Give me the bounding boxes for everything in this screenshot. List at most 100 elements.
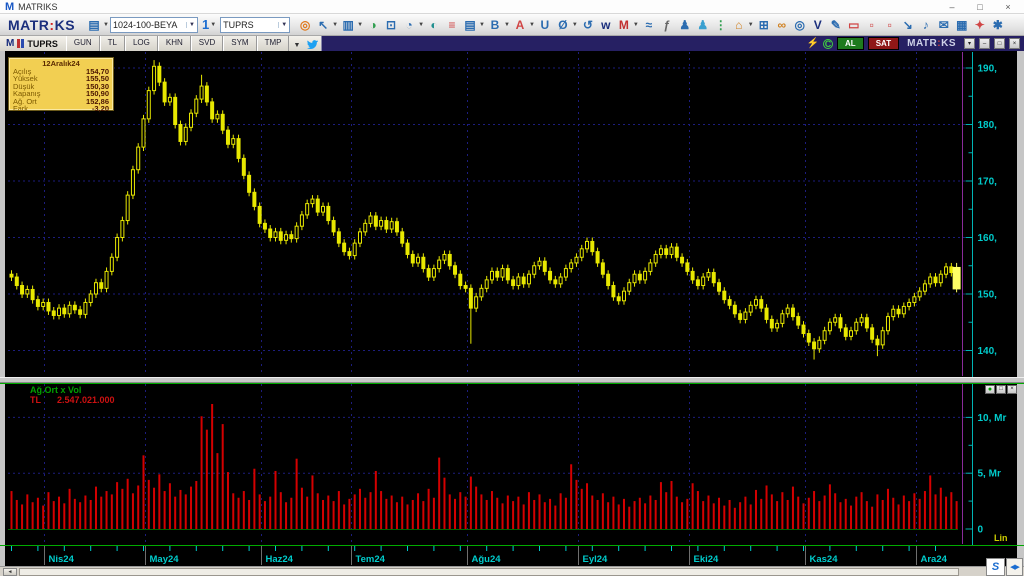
building-icon[interactable]: ⌂ xyxy=(731,17,747,33)
letter-u-icon[interactable]: U xyxy=(537,17,553,33)
toolbar-icon-strip: ◎ ↖ ▼ ▥ ▼ ◑ ⊡ ◔ ▼ ◐ ≡ ▤ ▼ B ▼ A ▼ U Ø ▼ ↺ w M ▼ ≈ ƒ ♟ ♟ ⋮ ⌂ ▼ ⊞ ∞ ◎ V ✎ ▭ ▫ ▫ ↘… xyxy=(296,17,1007,33)
scroll-left-button[interactable]: ◄ xyxy=(3,568,17,576)
ohlc-info-box: 12Aralık24 Açılış 154,70 Yüksek 155,50 Düşük… xyxy=(8,57,114,114)
edit-chart-icon[interactable]: ✎ xyxy=(828,17,844,33)
traffic-light-icon[interactable]: ⋮ xyxy=(713,17,729,33)
window-small2-icon[interactable]: ▫ xyxy=(882,17,898,33)
app-title: MATRIKS xyxy=(18,1,58,12)
matriks-m-icon: M xyxy=(6,38,15,49)
matriks-app-window: M MATRIKS – □ × MATR:KS ▤ ▼ 1024-100-BEY… xyxy=(0,0,1024,576)
save-icon[interactable]: ▤ xyxy=(86,17,102,33)
data-sync-button[interactable]: S xyxy=(986,558,1005,576)
page-dropdown-caret[interactable]: ▼ xyxy=(210,22,216,28)
matriks-logo-icon: M xyxy=(5,0,15,13)
bold-b-icon[interactable]: B xyxy=(487,17,503,33)
bar-chart-icon[interactable]: ▥ xyxy=(340,17,356,33)
chart-window xyxy=(0,36,1024,576)
buy-button[interactable]: AL xyxy=(837,37,864,50)
info-row: Fark -3,20 xyxy=(13,104,109,114)
clock-icon[interactable]: ◔ xyxy=(401,17,417,33)
slash-circle-icon[interactable]: Ø xyxy=(555,17,571,33)
search-icon[interactable]: ◎ xyxy=(792,17,808,33)
close-icon[interactable]: × xyxy=(1002,2,1014,12)
volume-currency-label: TL xyxy=(30,395,41,405)
building-icon-caret[interactable]: ▼ xyxy=(748,22,754,28)
news-page-icon[interactable]: ▤ xyxy=(462,17,478,33)
cursor-icon[interactable]: ↖ xyxy=(315,17,331,33)
page-nav-buttons[interactable]: ◀▶ xyxy=(1006,558,1023,576)
period-button-khn[interactable]: KHN xyxy=(157,36,191,51)
main-toolbar: MATR:KS ▤ ▼ 1024-100-BEYA ▼ 1 ▼ TUPRS ▼ ◎ ↖… xyxy=(0,14,1024,36)
matriks-m-icon-caret[interactable]: ▼ xyxy=(633,22,639,28)
letter-a-icon[interactable]: A xyxy=(512,17,528,33)
function-fx-icon[interactable]: ƒ xyxy=(659,17,675,33)
chart-restore-button[interactable]: □ xyxy=(994,38,1005,49)
bar-chart-icon-caret[interactable]: ▼ xyxy=(357,22,363,28)
twitter-icon[interactable] xyxy=(306,39,319,49)
depth-levels-icon[interactable]: ≡ xyxy=(444,17,460,33)
letter-a-icon-caret[interactable]: ▼ xyxy=(529,22,535,28)
matriks-brand-small: MATR:KS xyxy=(907,38,956,49)
scrollbar-thumb[interactable] xyxy=(19,568,959,576)
symbol-select[interactable]: TUPRS ▼ xyxy=(220,16,291,33)
cursor-icon-caret[interactable]: ▼ xyxy=(332,22,338,28)
slash-circle-icon-caret[interactable]: ▼ xyxy=(572,22,578,28)
matriks-m-icon[interactable]: M xyxy=(616,17,632,33)
volume-panel-title: Ağ.Ort x Vol xyxy=(30,385,82,395)
window-alert-icon[interactable]: ▭ xyxy=(846,17,862,33)
letter-v-icon[interactable]: V xyxy=(810,17,826,33)
period-button-sym[interactable]: SYM xyxy=(223,36,257,51)
mini-chart-icon[interactable]: ≈ xyxy=(641,17,657,33)
page-number: 1 xyxy=(201,17,210,32)
volume-panel-value: TL 2.547.021.000 xyxy=(30,395,115,405)
gear-icon[interactable]: ✱ xyxy=(990,17,1006,33)
copy-page-icon[interactable]: ⊞ xyxy=(756,17,772,33)
chart-close-button[interactable]: × xyxy=(1009,38,1020,49)
panel-splitter[interactable] xyxy=(0,377,1024,383)
minimize-icon[interactable]: – xyxy=(946,2,958,12)
connection-badge: C xyxy=(823,38,834,49)
pie-chart-icon[interactable]: ◑ xyxy=(365,17,381,33)
chat-icon[interactable]: ✦ xyxy=(972,17,988,33)
sell-button[interactable]: SAT xyxy=(867,37,900,50)
matriks-brand-logo: MATR:KS xyxy=(8,16,76,33)
monitor-icon[interactable]: ⊡ xyxy=(383,17,399,33)
chart-symbol-label: TUPRS xyxy=(27,38,58,49)
collapse-arrow-icon[interactable]: ↘ xyxy=(900,17,916,33)
chart-header-left: M TUPRS GUN TL LOG KHN SVD SYM TMP ▼ xyxy=(0,36,323,51)
chart-header: M TUPRS GUN TL LOG KHN SVD SYM TMP ▼ ⚡ C AL SA… xyxy=(0,36,1024,51)
chart-minimize-button[interactable]: – xyxy=(979,38,990,49)
chevron-down-icon[interactable]: ▼ xyxy=(289,39,304,49)
period-button-tmp[interactable]: TMP xyxy=(256,36,290,51)
indicator-close-button[interactable]: × xyxy=(1007,385,1017,394)
alarm-icon[interactable]: ♪ xyxy=(918,17,934,33)
mail-icon[interactable]: ✉ xyxy=(936,17,952,33)
period-button-tl[interactable]: TL xyxy=(99,36,125,51)
link-icon[interactable]: ∞ xyxy=(774,17,790,33)
indicator-settings-button[interactable]: ● xyxy=(985,385,995,394)
horizontal-scrollbar[interactable]: ◄ S ◀▶ xyxy=(0,558,1024,576)
period-button-log[interactable]: LOG xyxy=(124,36,158,51)
clock-icon-caret[interactable]: ▼ xyxy=(418,22,424,28)
vwap-icon[interactable]: w xyxy=(598,17,614,33)
restore-icon[interactable]: □ xyxy=(974,2,986,12)
candlestick-icon xyxy=(17,39,25,48)
bold-b-icon-caret[interactable]: ▼ xyxy=(504,22,510,28)
chart-dropdown-button[interactable]: ▾ xyxy=(964,38,975,49)
period-button-svd[interactable]: SVD xyxy=(190,36,224,51)
refresh-icon[interactable]: ↺ xyxy=(580,17,596,33)
lightning-icon: ⚡ xyxy=(806,38,820,49)
news-page-icon-caret[interactable]: ▼ xyxy=(479,22,485,28)
person-icon[interactable]: ♟ xyxy=(677,17,693,33)
people-icon[interactable]: ♟ xyxy=(695,17,711,33)
chart-header-buttons: GUN TL LOG KHN SVD SYM TMP xyxy=(65,36,290,51)
globe-icon[interactable]: ◐ xyxy=(426,17,442,33)
window-small-icon[interactable]: ▫ xyxy=(864,17,880,33)
zoom-icon[interactable]: ◎ xyxy=(297,17,313,33)
workspace-select[interactable]: 1024-100-BEYA ▼ xyxy=(109,16,198,33)
save-dropdown-caret[interactable]: ▼ xyxy=(103,22,109,28)
indicator-maximize-button[interactable]: □ xyxy=(996,385,1006,394)
period-button-gun[interactable]: GUN xyxy=(65,36,100,51)
app-titlebar: M MATRIKS – □ × xyxy=(0,0,1024,14)
calculator-icon[interactable]: ▦ xyxy=(954,17,970,33)
